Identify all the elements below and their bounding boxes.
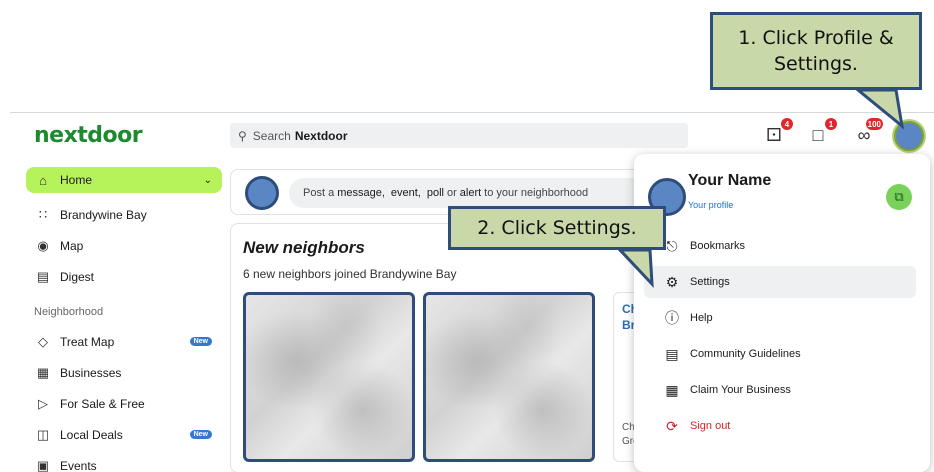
profile-menu: Your Name Your profile ⧉ ⎋ Bookmarks ⚙ S… [634, 154, 930, 472]
composer-poll-link[interactable]: poll [427, 187, 444, 199]
menu-item-bookmarks[interactable]: ⎋ Bookmarks [644, 230, 916, 262]
search-placeholder-prefix: Search [252, 128, 291, 143]
menu-item-settings[interactable]: ⚙ Settings [644, 266, 916, 298]
composer-text: Post a [303, 187, 335, 199]
callout-step-1: 1. Click Profile & Settings. [710, 12, 922, 90]
sidebar-item-digest[interactable]: ▤ Digest [26, 261, 222, 292]
composer-text: or [446, 187, 457, 199]
search-placeholder-brand: Nextdoor [294, 128, 348, 143]
settings-icon: ⚙ [665, 273, 679, 290]
candy-icon: ◇ [38, 333, 48, 349]
pin-icon: ◉ [37, 237, 49, 253]
callout-step-2: 2. Click Settings. [448, 206, 666, 250]
sidebar-item-businesses[interactable]: ▦ Businesses [26, 357, 222, 388]
tag-icon: ▷ [38, 395, 48, 411]
home-icon: ⌂ [39, 172, 47, 188]
switch-account-icon[interactable]: ⧉ [886, 184, 912, 210]
menu-item-claim-business[interactable]: ▦ Claim Your Business [644, 374, 916, 406]
bell-icon: ⚀ [766, 124, 782, 145]
sidebar-item-local-deals[interactable]: ◫ Local Deals New [26, 419, 222, 450]
menu-item-label: Bookmarks [690, 240, 746, 252]
messages-badge: 1 [825, 118, 837, 130]
new-badge: New [189, 430, 212, 439]
search-input[interactable]: ⚲ Search Nextdoor [230, 123, 688, 148]
sidebar-item-label: Brandywine Bay [60, 207, 147, 222]
store-icon: ▦ [665, 381, 679, 398]
sidebar-item-label: Treat Map [60, 334, 115, 349]
menu-item-label: Settings [690, 276, 730, 288]
new-badge: New [189, 337, 212, 346]
requests-badge: 100 [865, 118, 883, 130]
post-input[interactable]: Post a message, event, poll or alert to … [289, 178, 649, 208]
grid-icon: ∷ [38, 206, 48, 222]
help-icon: ⓘ [665, 310, 679, 326]
signout-icon: ⟳ [666, 417, 678, 434]
avatar [245, 176, 279, 210]
section-subtitle: 6 new neighbors joined Brandywine Bay [243, 267, 457, 281]
profile-name: Your Name [688, 172, 772, 189]
sidebar-item-label: Map [60, 238, 84, 253]
notifications-button[interactable]: ⚀ 4 [762, 118, 793, 147]
menu-item-label: Sign out [690, 420, 731, 432]
calendar-icon: ▣ [36, 457, 50, 472]
sidebar-item-for-sale-free[interactable]: ▷ For Sale & Free [26, 388, 222, 419]
composer-message-link[interactable]: message, [337, 187, 385, 199]
sidebar-item-label: Digest [60, 269, 95, 284]
chevron-down-icon[interactable]: ⌄ [204, 175, 212, 186]
menu-item-label: Community Guidelines [690, 348, 801, 360]
sidebar-item-events[interactable]: ▣ Events [26, 450, 222, 472]
profile-avatar-button[interactable] [894, 121, 924, 151]
sidebar-item-brandywine-bay[interactable]: ∷ Brandywine Bay [26, 199, 222, 230]
neighbor-photo[interactable] [243, 292, 415, 462]
section-title: New neighbors [243, 238, 365, 257]
sidebar-item-label: Local Deals [60, 427, 123, 442]
guidelines-icon: ▤ [665, 345, 679, 362]
gift-icon: ◫ [36, 426, 50, 442]
menu-item-label: Claim Your Business [690, 384, 791, 396]
sidebar-item-home[interactable]: ⌂ Home ⌄ [26, 167, 222, 193]
menu-item-help[interactable]: ⓘ Help [644, 302, 916, 334]
chat-icon: □ [812, 124, 824, 145]
composer-event-link[interactable]: event, [391, 187, 421, 199]
document-icon: ▤ [36, 268, 50, 284]
store-icon: ▦ [36, 364, 50, 380]
menu-item-community-guidelines[interactable]: ▤ Community Guidelines [644, 338, 916, 370]
sidebar-item-label: Home [60, 173, 93, 187]
requests-button[interactable]: ∞ 100 [852, 118, 883, 147]
sidebar-item-label: For Sale & Free [60, 396, 145, 411]
notifications-badge: 4 [781, 118, 793, 130]
new-neighbors-card: New neighbors 6 new neighbors joined Bra… [230, 223, 653, 472]
sidebar-section-neighborhood: Neighborhood [34, 306, 104, 318]
sidebar: ⌂ Home ⌄ ∷ Brandywine Bay ◉ Map ▤ Digest… [26, 167, 222, 472]
composer-alert-link[interactable]: alert [460, 187, 481, 199]
nextdoor-logo[interactable]: nextdoor [34, 123, 143, 148]
search-icon: ⚲ [238, 128, 247, 143]
sidebar-item-label: Events [60, 458, 97, 472]
your-profile-link[interactable]: Your profile [688, 200, 733, 210]
neighbor-photo[interactable] [423, 292, 595, 462]
sidebar-item-label: Businesses [60, 365, 122, 380]
composer-text: to your neighborhood [484, 187, 589, 199]
menu-item-label: Help [690, 312, 713, 324]
messages-button[interactable]: □ 1 [806, 118, 837, 147]
sidebar-item-map[interactable]: ◉ Map [26, 230, 222, 261]
sidebar-item-treat-map[interactable]: ◇ Treat Map New [26, 326, 222, 357]
menu-item-sign-out[interactable]: ⟳ Sign out [644, 410, 916, 442]
